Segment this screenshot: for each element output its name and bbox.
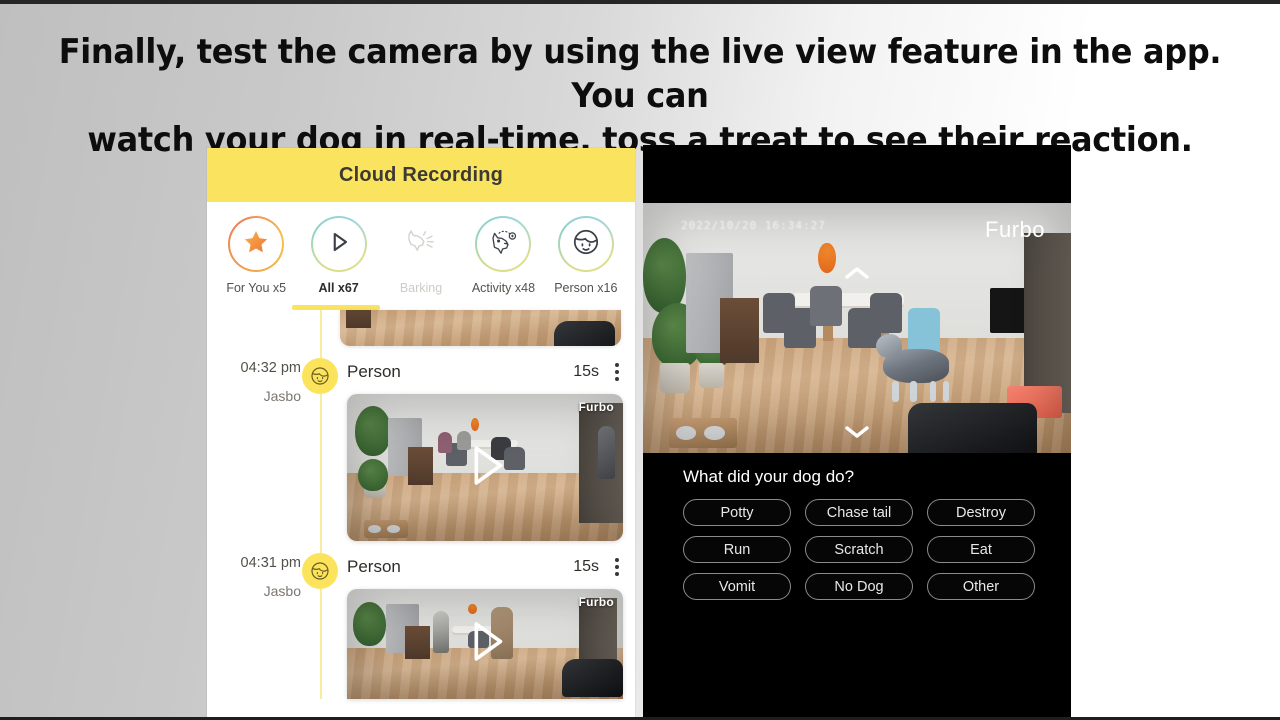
event-thumbnail[interactable]: Furbo bbox=[347, 589, 623, 699]
tag-vomit[interactable]: Vomit bbox=[683, 573, 791, 600]
event-type: Person bbox=[347, 362, 401, 381]
kebab-menu-icon[interactable] bbox=[611, 361, 623, 383]
event-row[interactable]: 04:31 pm Jasbo Person 15s Furbo bbox=[207, 541, 635, 699]
filter-label-all: All x67 bbox=[318, 281, 359, 295]
tag-eat[interactable]: Eat bbox=[927, 536, 1035, 563]
filter-tab-for-you[interactable]: For You x5 bbox=[215, 216, 297, 295]
event-badge-person-face-icon bbox=[302, 358, 338, 394]
survey-tag-grid: Potty Chase tail Destroy Run Scratch Eat… bbox=[683, 499, 1035, 600]
event-time: 04:31 pm bbox=[240, 555, 301, 571]
camera-watermark: Furbo bbox=[578, 400, 614, 414]
event-meta: 04:31 pm Jasbo bbox=[207, 555, 307, 699]
event-thumbnail[interactable]: Furbo bbox=[347, 394, 623, 541]
tag-scratch[interactable]: Scratch bbox=[805, 536, 913, 563]
top-border bbox=[0, 0, 1280, 4]
chevron-down-icon[interactable] bbox=[844, 424, 870, 445]
event-content: Person 15s Furbo bbox=[347, 555, 635, 699]
tag-other[interactable]: Other bbox=[927, 573, 1035, 600]
event-list[interactable]: 04:32 pm Jasbo Person 15s Furbo 04:31 pm… bbox=[207, 310, 635, 699]
event-time: 04:32 pm bbox=[240, 360, 301, 376]
filter-tab-person[interactable]: Person x16 bbox=[545, 216, 627, 295]
tag-no-dog[interactable]: No Dog bbox=[805, 573, 913, 600]
tag-potty[interactable]: Potty bbox=[683, 499, 791, 526]
kebab-menu-icon[interactable] bbox=[611, 556, 623, 578]
filter-tab-barking[interactable]: Barking bbox=[380, 216, 462, 295]
tag-chase-tail[interactable]: Chase tail bbox=[805, 499, 913, 526]
furbo-app-panel: Cloud Recording For You x5 All x67 Barki… bbox=[207, 148, 635, 720]
event-duration: 15s bbox=[573, 363, 599, 380]
play-triangle-icon[interactable] bbox=[456, 613, 514, 676]
tag-destroy[interactable]: Destroy bbox=[927, 499, 1035, 526]
caption-line-1: Finally, test the camera by using the li… bbox=[58, 32, 1222, 116]
dog-subject bbox=[876, 333, 964, 402]
live-view-letterbox bbox=[643, 145, 1071, 203]
filter-label-barking: Barking bbox=[399, 281, 443, 295]
caption-text: Finally, test the camera by using the li… bbox=[38, 30, 1241, 162]
event-badge-person-face-icon bbox=[302, 553, 338, 589]
live-camera-feed[interactable]: 2022/10/20 16:34:27 Furbo bbox=[643, 203, 1071, 453]
event-type: Person bbox=[347, 557, 401, 576]
event-pet-name: Jasbo bbox=[263, 583, 301, 599]
barking-dog-icon bbox=[404, 228, 438, 261]
event-pet-name: Jasbo bbox=[263, 388, 301, 404]
event-row[interactable]: 04:32 pm Jasbo Person 15s Furbo bbox=[207, 346, 635, 541]
tag-run[interactable]: Run bbox=[683, 536, 791, 563]
filter-tabs: For You x5 All x67 Barking Activity x48 … bbox=[207, 202, 635, 295]
camera-watermark: Furbo bbox=[578, 595, 614, 609]
event-thumbnail-partial[interactable] bbox=[340, 310, 621, 346]
dog-activity-survey: What did your dog do? Potty Chase tail D… bbox=[643, 453, 1071, 600]
chevron-up-icon[interactable] bbox=[844, 265, 870, 286]
camera-watermark: Furbo bbox=[985, 217, 1045, 242]
dog-feeder bbox=[363, 520, 408, 539]
event-duration: 15s bbox=[573, 558, 599, 575]
event-meta: 04:32 pm Jasbo bbox=[207, 360, 307, 541]
camera-bag bbox=[908, 403, 1037, 453]
dog-activity-icon bbox=[486, 227, 520, 262]
event-content: Person 15s Furbo bbox=[347, 360, 635, 541]
filter-tab-all[interactable]: All x67 bbox=[297, 216, 379, 295]
page-title: Cloud Recording bbox=[338, 163, 504, 186]
app-header: Cloud Recording bbox=[207, 148, 635, 202]
play-triangle-icon[interactable] bbox=[456, 436, 514, 499]
filter-label-for-you: For You x5 bbox=[226, 281, 287, 295]
filter-tab-activity[interactable]: Activity x48 bbox=[462, 216, 544, 295]
play-icon bbox=[324, 227, 354, 262]
survey-question: What did your dog do? bbox=[683, 467, 855, 486]
person-face-icon bbox=[570, 226, 602, 263]
dog-feeder bbox=[668, 418, 738, 448]
filter-label-person: Person x16 bbox=[554, 281, 618, 295]
camera-timestamp-overlay: 2022/10/20 16:34:27 bbox=[681, 219, 826, 232]
live-view-panel: 2022/10/20 16:34:27 Furbo What did your … bbox=[643, 145, 1071, 720]
star-icon bbox=[242, 228, 270, 261]
filter-label-activity: Activity x48 bbox=[471, 281, 536, 295]
